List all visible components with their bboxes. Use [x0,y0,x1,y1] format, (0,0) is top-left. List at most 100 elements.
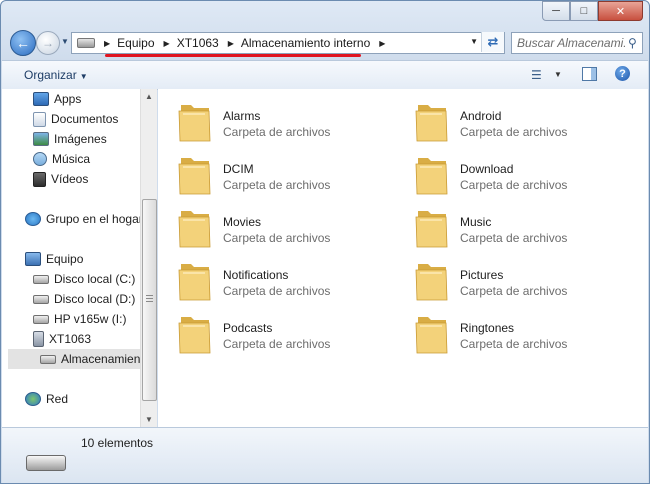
folder-icon [178,264,211,301]
nav-scrollbar[interactable]: ▲ ▼ [140,89,157,427]
folder-type: Carpeta de archivos [223,178,331,192]
maximize-button[interactable]: □ [570,1,598,21]
music-icon [33,152,47,166]
nav-item-equipo[interactable]: Equipo [25,249,83,269]
grip-icon [146,295,153,302]
folder-name: Pictures [460,268,504,282]
nav-item-disco-d[interactable]: Disco local (D:) [33,289,135,309]
nav-item-hp-drive[interactable]: HP v165w (I:) [33,309,126,329]
folder-icon [178,211,211,248]
folder-icon [178,105,211,142]
chevron-right-icon[interactable]: ▶ [228,39,234,48]
search-box: ⚲ [511,32,643,54]
search-input[interactable] [517,36,625,50]
folder-name: Ringtones [460,321,515,335]
folder-icon [178,158,211,195]
folder-type: Carpeta de archivos [460,284,568,298]
apps-icon [33,92,49,106]
nav-item-xt1063[interactable]: XT1063 [33,329,91,349]
folder-item[interactable]: Download Carpeta de archivos [395,148,615,198]
nav-item-imagenes[interactable]: Imágenes [33,129,107,149]
nav-item-videos[interactable]: Vídeos [33,169,88,189]
nav-item-disco-c[interactable]: Disco local (C:) [33,269,135,289]
computer-icon [25,252,41,266]
address-dropdown-icon[interactable]: ▼ [470,37,478,46]
folder-item[interactable]: Ringtones Carpeta de archivos [395,307,615,357]
folder-name: Download [460,162,514,176]
folder-name: Android [460,109,502,123]
usb-drive-icon [33,314,49,324]
organize-label: Organizar [24,68,77,82]
folder-type: Carpeta de archivos [223,284,331,298]
nav-label: Vídeos [51,172,89,186]
folder-icon [415,317,448,354]
folder-type: Carpeta de archivos [223,231,331,245]
folder-icon [415,211,448,248]
folder-type: Carpeta de archivos [223,337,331,351]
folder-item[interactable]: Pictures Carpeta de archivos [395,254,615,304]
address-row: ← → ▼ ▶ Equipo ▶ XT1063 ▶ Almacenamiento… [1,29,649,57]
folder-name: Movies [223,215,262,229]
refresh-button[interactable]: ⇄ [481,32,504,52]
folder-icon [415,158,448,195]
search-icon[interactable]: ⚲ [628,36,637,50]
nav-label: Apps [54,92,82,106]
view-options-icon[interactable]: ☰ [531,68,542,82]
arrow-right-icon: → [42,36,54,50]
folder-item[interactable]: Movies Carpeta de archivos [158,201,378,251]
chevron-right-icon[interactable]: ▶ [379,39,385,48]
nav-item-homegroup[interactable]: Grupo en el hogar [25,209,140,229]
folder-item[interactable]: Android Carpeta de archivos [395,95,615,145]
nav-label: XT1063 [49,332,92,346]
folder-type: Carpeta de archivos [223,125,331,139]
recent-pages-dropdown[interactable]: ▼ [61,37,69,46]
scrollbar-thumb[interactable] [142,199,157,401]
folder-name: Notifications [223,268,289,282]
nav-item-red[interactable]: Red [25,389,68,409]
folder-item[interactable]: Music Carpeta de archivos [395,201,615,251]
images-icon [33,132,49,146]
nav-item-apps[interactable]: Apps [33,89,81,109]
network-icon [25,392,41,406]
details-pane: 10 elementos [2,427,648,483]
folder-type: Carpeta de archivos [460,231,568,245]
nav-label: Documentos [51,112,119,126]
folder-type: Carpeta de archivos [460,337,568,351]
breadcrumb-equipo[interactable]: Equipo [117,36,154,50]
videos-icon [33,171,46,187]
item-count: 10 elementos [81,436,154,450]
folder-item[interactable]: DCIM Carpeta de archivos [158,148,378,198]
organize-button[interactable]: Organizar ▼ [24,68,88,82]
explorer-window: ─ □ ✕ ← → ▼ ▶ Equipo ▶ XT1063 ▶ Almacena… [0,0,650,484]
help-icon[interactable]: ? [615,66,630,81]
folder-item[interactable]: Alarms Carpeta de archivos [158,95,378,145]
chevron-right-icon[interactable]: ▶ [104,39,110,48]
nav-item-almacenamiento[interactable]: Almacenamiento interno [8,349,140,369]
breadcrumb-xt1063[interactable]: XT1063 [177,36,219,50]
view-dropdown-icon[interactable]: ▼ [554,70,562,79]
drive-icon [77,38,95,48]
folder-item[interactable]: Podcasts Carpeta de archivos [158,307,378,357]
nav-label: Almacenamiento interno [61,352,140,366]
documents-icon [33,111,46,127]
breadcrumb-almacenamiento[interactable]: Almacenamiento interno [241,36,370,50]
scroll-down-icon[interactable]: ▼ [145,415,153,424]
file-list: Alarms Carpeta de archivos Android Carpeta … [158,89,648,427]
minimize-button[interactable]: ─ [542,1,570,21]
drive-icon [33,294,49,304]
close-button[interactable]: ✕ [598,1,643,21]
scroll-up-icon[interactable]: ▲ [145,92,153,101]
caption-buttons: ─ □ ✕ [542,1,643,21]
preview-pane-icon[interactable] [582,67,597,81]
drive-icon [26,455,66,471]
back-button[interactable]: ← [10,30,36,56]
drive-icon [33,274,49,284]
forward-button[interactable]: → [36,31,60,55]
nav-item-musica[interactable]: Música [33,149,90,169]
address-bar[interactable]: ▶ Equipo ▶ XT1063 ▶ Almacenamiento inter… [71,32,505,54]
command-bar: Organizar ▼ ☰ ▼ ? [2,60,648,90]
folder-item[interactable]: Notifications Carpeta de archivos [158,254,378,304]
nav-item-documentos[interactable]: Documentos [33,109,118,129]
chevron-down-icon: ▼ [79,72,88,81]
chevron-right-icon[interactable]: ▶ [164,39,170,48]
